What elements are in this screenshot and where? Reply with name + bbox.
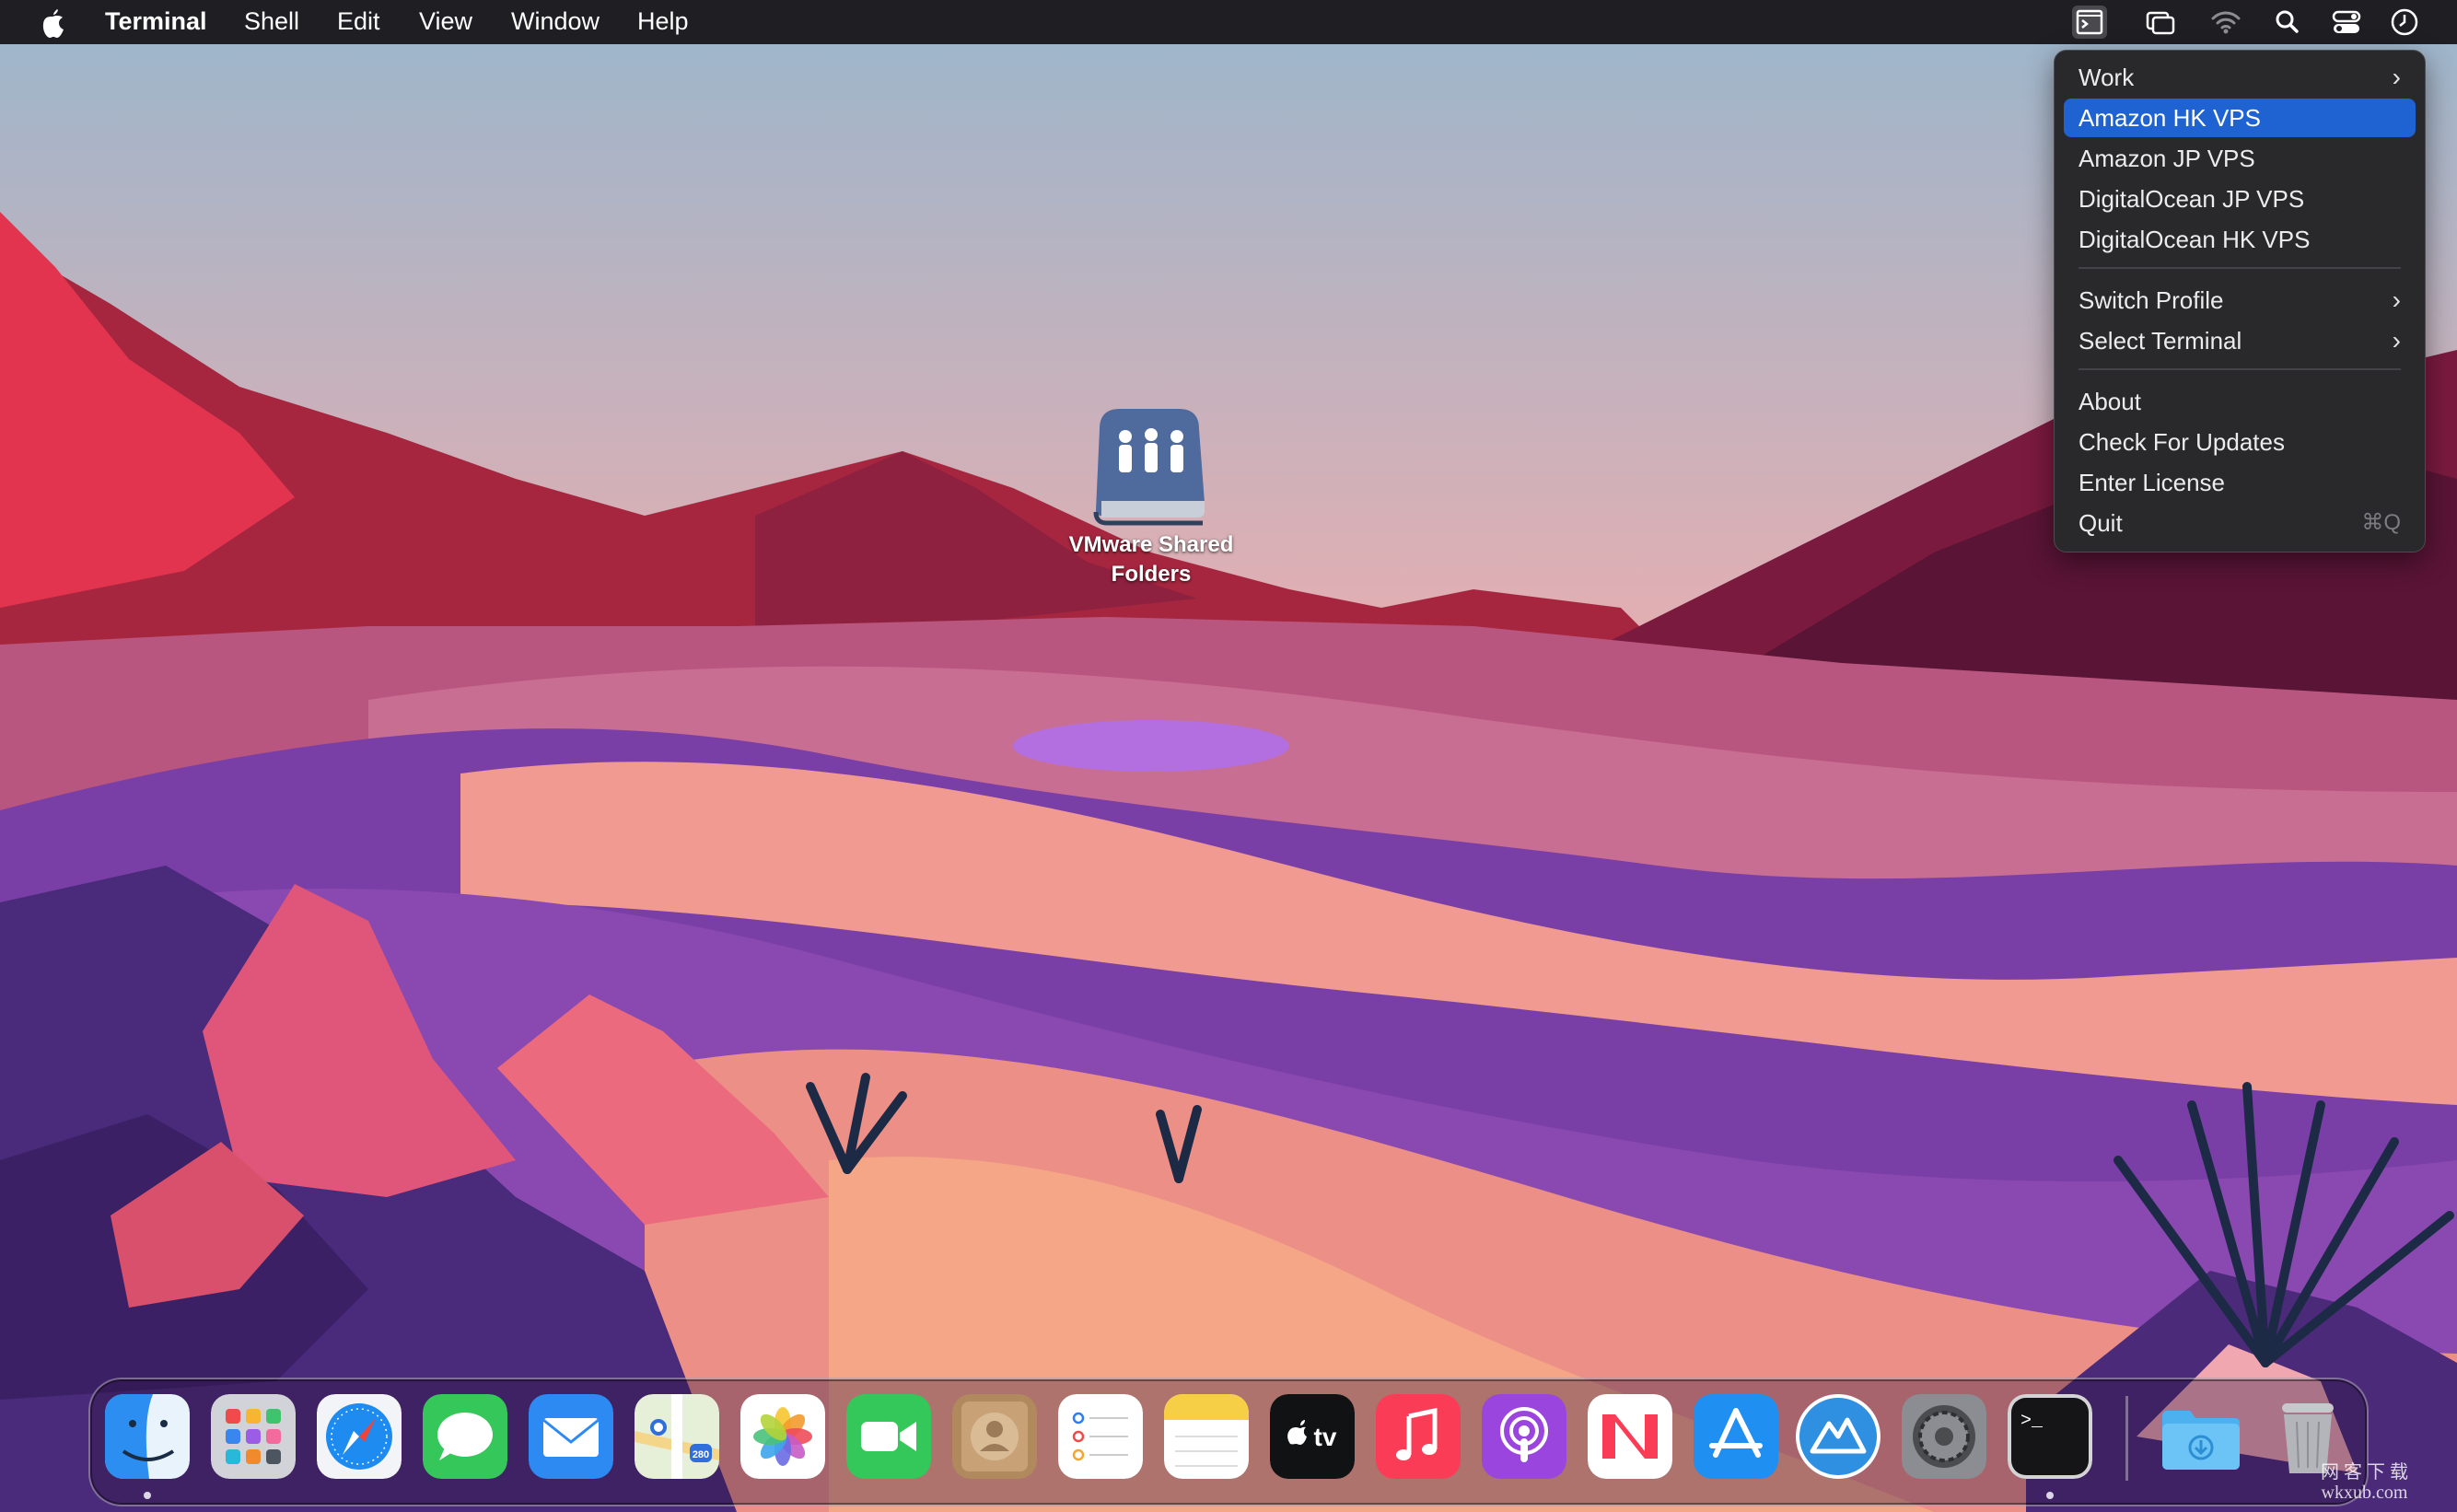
terminal-menu-icon[interactable]: [2072, 6, 2107, 39]
menu-help[interactable]: Help: [637, 7, 689, 36]
dock-contacts[interactable]: [952, 1394, 1037, 1479]
desk-label-line2: Folders: [1111, 562, 1192, 587]
menu-edit[interactable]: Edit: [337, 7, 380, 36]
watermark: 网 客 下 载 wkxub.com: [2321, 1462, 2408, 1503]
desk-label-line1: VMware Shared: [1068, 532, 1234, 557]
menu-item-about[interactable]: About: [2064, 382, 2416, 421]
dock-core-shell[interactable]: [1796, 1394, 1881, 1479]
menu-view[interactable]: View: [419, 7, 472, 36]
menu-item-work[interactable]: Work ›: [2064, 58, 2416, 97]
menu-bar: Terminal Shell Edit View Window Help: [0, 0, 2457, 44]
control-center-icon[interactable]: [2329, 6, 2364, 39]
menu-item-label: Switch Profile: [2079, 286, 2224, 314]
menu-separator: [2079, 267, 2401, 269]
menu-item-label: About: [2079, 388, 2141, 415]
dock-divider: [2125, 1396, 2128, 1481]
dock-podcasts[interactable]: [1482, 1394, 1566, 1479]
menu-item-label: DigitalOcean HK VPS: [2079, 226, 2311, 253]
vmware-shared-folders-label[interactable]: VMware Shared Folders: [1041, 530, 1262, 589]
dock-news[interactable]: [1588, 1394, 1672, 1479]
menu-shell[interactable]: Shell: [244, 7, 299, 36]
dock-downloads-folder[interactable]: [2159, 1394, 2243, 1479]
menu-item-digitalocean-jp-vps[interactable]: DigitalOcean JP VPS: [2064, 180, 2416, 218]
menu-item-select-terminal[interactable]: Select Terminal ›: [2064, 321, 2416, 360]
finder-running-dot: [144, 1492, 151, 1499]
tv-text: tv: [1314, 1423, 1337, 1451]
menu-item-switch-profile[interactable]: Switch Profile ›: [2064, 281, 2416, 320]
menu-item-amazon-hk-vps[interactable]: Amazon HK VPS: [2064, 99, 2416, 137]
watermark-line2: wkxub.com: [2321, 1483, 2408, 1503]
menu-item-label: Check For Updates: [2079, 428, 2285, 456]
menu-item-label: DigitalOcean JP VPS: [2079, 185, 2305, 213]
menu-item-label: Quit: [2079, 509, 2123, 537]
menu-item-label: Select Terminal: [2079, 327, 2242, 355]
clock-icon[interactable]: [2387, 6, 2422, 39]
search-icon[interactable]: [2270, 6, 2305, 39]
dock-app-store[interactable]: [1694, 1394, 1778, 1479]
dock-mail[interactable]: [529, 1394, 613, 1479]
menu-item-quit[interactable]: Quit ⌘Q: [2064, 504, 2416, 542]
menu-separator: [2079, 368, 2401, 370]
profiles-dropdown-menu: Work › Amazon HK VPS Amazon JP VPS Digit…: [2054, 50, 2426, 552]
apple-menu-icon[interactable]: [39, 6, 66, 39]
menu-item-digitalocean-hk-vps[interactable]: DigitalOcean HK VPS: [2064, 220, 2416, 259]
dock-safari[interactable]: [317, 1394, 402, 1479]
dock-photos[interactable]: [740, 1394, 825, 1479]
wifi-icon[interactable]: [2208, 6, 2243, 39]
dock-reminders[interactable]: [1058, 1394, 1143, 1479]
dock-notes[interactable]: [1164, 1394, 1249, 1479]
menu-item-enter-license[interactable]: Enter License: [2064, 463, 2416, 502]
dock-messages[interactable]: [423, 1394, 507, 1479]
menu-item-label: Enter License: [2079, 469, 2225, 496]
chevron-right-icon: ›: [2392, 326, 2401, 355]
menu-item-label: Amazon HK VPS: [2079, 104, 2261, 132]
dock-terminal[interactable]: >_: [2008, 1394, 2092, 1479]
dock-tv[interactable]: tv: [1270, 1394, 1355, 1479]
dock-music[interactable]: [1376, 1394, 1461, 1479]
screen-mirror-icon[interactable]: [2143, 6, 2178, 39]
chevron-right-icon: ›: [2392, 63, 2401, 91]
terminal-running-dot: [2046, 1492, 2054, 1499]
desktop: Terminal Shell Edit View Window Help Wor…: [0, 0, 2457, 1512]
terminal-prompt-text: >_: [2020, 1411, 2044, 1432]
app-name-menu[interactable]: Terminal: [105, 7, 207, 36]
menu-item-check-for-updates[interactable]: Check For Updates: [2064, 423, 2416, 461]
menu-item-label: Work: [2079, 64, 2135, 91]
watermark-line1: 网 客 下 载: [2321, 1462, 2408, 1483]
quit-shortcut: ⌘Q: [2361, 510, 2401, 535]
dock-system-preferences[interactable]: [1902, 1394, 1986, 1479]
maps-shield-text: 280: [693, 1449, 709, 1460]
chevron-right-icon: ›: [2392, 285, 2401, 314]
menu-item-amazon-jp-vps[interactable]: Amazon JP VPS: [2064, 139, 2416, 178]
dock-facetime[interactable]: [846, 1394, 931, 1479]
menu-window[interactable]: Window: [511, 7, 600, 36]
dock-maps[interactable]: 280: [635, 1394, 719, 1479]
dock-launchpad[interactable]: [211, 1394, 296, 1479]
dock-finder[interactable]: [105, 1394, 190, 1479]
menu-item-label: Amazon JP VPS: [2079, 145, 2255, 172]
